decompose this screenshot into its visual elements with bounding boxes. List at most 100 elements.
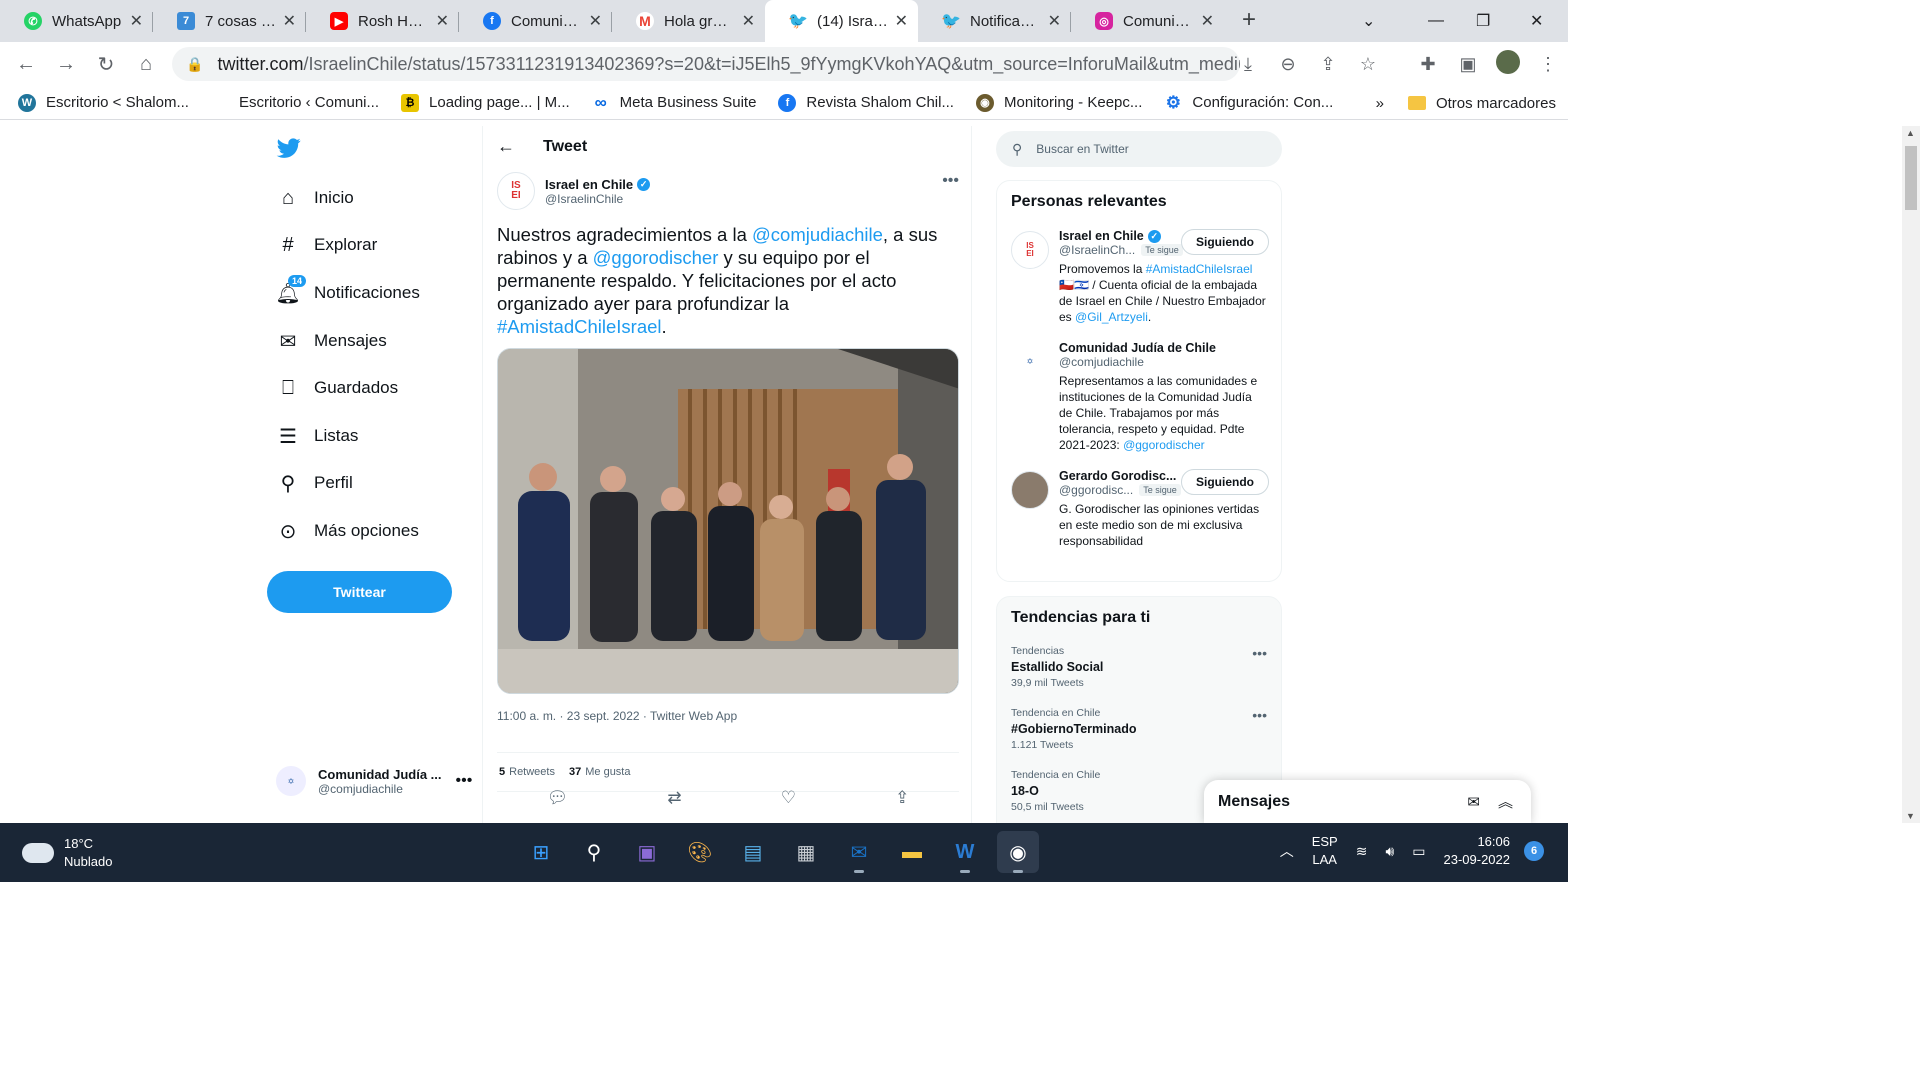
minimize-icon[interactable]: —	[1428, 0, 1444, 42]
weather-widget[interactable]: 18°C Nublado	[22, 835, 112, 871]
back-icon[interactable]: ←	[6, 53, 46, 76]
browser-tab-instagram[interactable]: ◎ Comunidad ✕	[1071, 0, 1224, 42]
browser-tab-7cosas[interactable]: 7 7 cosas que ✕	[153, 0, 306, 42]
volume-icon[interactable]: 🔊︎	[1385, 843, 1394, 860]
sidepanel-icon[interactable]: ▣	[1448, 54, 1488, 75]
address-bar[interactable]: 🔒 twitter.com/IsraelinChile/status/15733…	[172, 47, 1240, 81]
close-window-icon[interactable]: ✕	[1530, 0, 1543, 42]
person-item[interactable]: ✡ Comunidad Judía de Chile @comjudiachil…	[997, 335, 1281, 463]
browser-tab-youtube[interactable]: ▶ Rosh Hasha ✕	[306, 0, 459, 42]
reply-icon[interactable]: 💬︎	[547, 788, 569, 808]
new-message-icon[interactable]: ✉	[1467, 793, 1480, 811]
chrome-icon[interactable]: ◉	[997, 831, 1039, 873]
close-icon[interactable]: ✕	[1201, 11, 1214, 31]
bookmark-item[interactable]: f Revista Shalom Chil...	[778, 93, 954, 112]
lock-icon[interactable]: 🔒	[186, 56, 203, 73]
following-button[interactable]: Siguiendo	[1181, 229, 1269, 255]
outlook-icon[interactable]: ✉	[838, 831, 880, 873]
account-switcher[interactable]: ✡ Comunidad Judía ... @comjudiachile •••	[276, 766, 476, 796]
forward-icon[interactable]: →	[46, 53, 86, 76]
more-icon[interactable]: •••	[456, 772, 473, 790]
nav-item-notificaciones[interactable]: 🔔︎ 14 Notificaciones	[275, 275, 420, 305]
tweet-photo[interactable]	[497, 348, 959, 694]
author-name[interactable]: Israel en Chile	[545, 177, 633, 192]
nav-item-explorar[interactable]: # Explorar	[276, 233, 377, 257]
battery-icon[interactable]: ▭	[1412, 843, 1425, 860]
mention-link[interactable]: @ggorodischer	[593, 247, 719, 268]
home-icon[interactable]: ⌂	[126, 53, 166, 76]
star-icon[interactable]: ☆	[1348, 54, 1388, 75]
nav-item-guardados[interactable]: ⎕ Guardados	[276, 376, 398, 400]
browser-tab-facebook[interactable]: f Comunidad ✕	[459, 0, 612, 42]
nav-item-mensajes[interactable]: ✉ Mensajes	[276, 329, 387, 353]
share-icon[interactable]: ⇪	[1308, 54, 1348, 75]
messages-dock[interactable]: Mensajes ✉ ︽	[1204, 780, 1531, 823]
clock[interactable]: 16:06 23-09-2022	[1444, 833, 1511, 869]
bookmark-item[interactable]: ◉ Monitoring - Keepc...	[975, 93, 1142, 112]
trend-item[interactable]: Tendencia en Chile #GobiernoTerminado 1.…	[997, 701, 1281, 763]
twitter-logo-icon[interactable]	[276, 136, 302, 160]
more-icon[interactable]: •••	[1252, 645, 1267, 661]
browser-tab-gmail[interactable]: M Hola grace, ✕	[612, 0, 765, 42]
likes-stat[interactable]: 37 Me gusta	[569, 766, 631, 778]
more-icon[interactable]: •••	[1252, 707, 1267, 723]
trend-item[interactable]: Tendencias Estallido Social 39,9 mil Twe…	[997, 639, 1281, 701]
bookmark-item[interactable]: Escritorio ‹ Comuni...	[210, 93, 379, 112]
chat-icon[interactable]: ▣	[626, 831, 668, 873]
search-icon[interactable]: ⚲	[573, 831, 615, 873]
mention-link[interactable]: @Gil_Artzyeli	[1075, 310, 1148, 324]
calculator-icon[interactable]: ▦	[785, 831, 827, 873]
browser-tab-twitter-active[interactable]: 🐦 (14) Israel e ✕	[765, 0, 918, 42]
back-arrow-icon[interactable]: ←	[497, 136, 515, 157]
install-icon[interactable]: ⤓	[1228, 54, 1268, 75]
like-icon[interactable]: ♡	[781, 788, 796, 808]
browser-tab-notificaciones[interactable]: 🐦 Notificacion ✕	[918, 0, 1071, 42]
retweet-icon[interactable]: ⇄	[667, 788, 681, 808]
zoom-icon[interactable]: ⊖	[1268, 54, 1308, 75]
hashtag-link[interactable]: #AmistadChileIsrael	[1146, 262, 1253, 276]
close-icon[interactable]: ✕	[436, 11, 449, 31]
search-input[interactable]: ⚲ Buscar en Twitter	[996, 131, 1282, 167]
file-explorer-icon[interactable]: ▬	[891, 831, 933, 873]
author-avatar[interactable]: IS EI	[497, 172, 535, 210]
bookmark-item[interactable]: ∞ Meta Business Suite	[592, 93, 757, 112]
share-icon[interactable]: ⇪	[895, 788, 909, 808]
person-item[interactable]: IS EI Israel en Chile ✓ @IsraelinCh... Te s…	[997, 223, 1281, 335]
retweets-stat[interactable]: 5 Retweets	[499, 766, 555, 778]
page-scrollbar[interactable]: ▲ ▼	[1902, 126, 1920, 823]
more-icon[interactable]: •••	[942, 172, 959, 190]
word-icon[interactable]: W	[944, 831, 986, 873]
bookmark-item[interactable]: W Escritorio < Shalom...	[18, 93, 189, 112]
following-button[interactable]: Siguiendo	[1181, 469, 1269, 495]
scroll-down-icon[interactable]: ▼	[1906, 811, 1915, 821]
browser-tab-whatsapp[interactable]: ✆ WhatsApp ✕	[0, 0, 153, 42]
paint-icon[interactable]: 🎨︎	[679, 831, 721, 873]
notification-count-badge[interactable]: 6	[1524, 841, 1544, 861]
close-icon[interactable]: ✕	[130, 11, 143, 31]
mention-link[interactable]: @comjudiachile	[752, 224, 883, 245]
start-icon[interactable]: ⊞	[520, 831, 562, 873]
scrollbar-thumb[interactable]	[1905, 146, 1917, 210]
bookmark-item[interactable]: ₿ Loading page... | M...	[401, 93, 570, 112]
bookmark-item[interactable]: ⚙ Configuración: Con...	[1164, 93, 1334, 112]
scroll-up-icon[interactable]: ▲	[1906, 128, 1915, 138]
expand-icon[interactable]: ︽	[1498, 791, 1513, 812]
notepad-icon[interactable]: ▤	[732, 831, 774, 873]
tab-search-icon[interactable]: ⌄	[1362, 0, 1375, 42]
tweet-button[interactable]: Twittear	[267, 571, 452, 613]
menu-icon[interactable]: ⋮	[1528, 54, 1568, 75]
author-handle[interactable]: @IsraelinChile	[545, 192, 650, 206]
chevron-up-icon[interactable]: ︿	[1280, 841, 1294, 861]
close-icon[interactable]: ✕	[895, 11, 908, 31]
reload-icon[interactable]: ↻	[86, 52, 126, 77]
close-icon[interactable]: ✕	[742, 11, 755, 31]
bookmarks-overflow-button[interactable]: »	[1376, 95, 1384, 112]
extensions-icon[interactable]: ✚	[1408, 54, 1448, 75]
tweet-timestamp[interactable]: 11:00 a. m. · 23 sept. 2022 · Twitter We…	[497, 709, 737, 723]
nav-item-perfil[interactable]: ⚲ Perfil	[276, 471, 353, 495]
close-icon[interactable]: ✕	[589, 11, 602, 31]
person-item[interactable]: Gerardo Gorodisc... @ggorodisc... Te sigu…	[997, 463, 1281, 559]
close-icon[interactable]: ✕	[1048, 11, 1061, 31]
other-bookmarks[interactable]: Otros marcadores	[1436, 95, 1556, 112]
nav-item-inicio[interactable]: ⌂ Inicio	[276, 186, 354, 210]
